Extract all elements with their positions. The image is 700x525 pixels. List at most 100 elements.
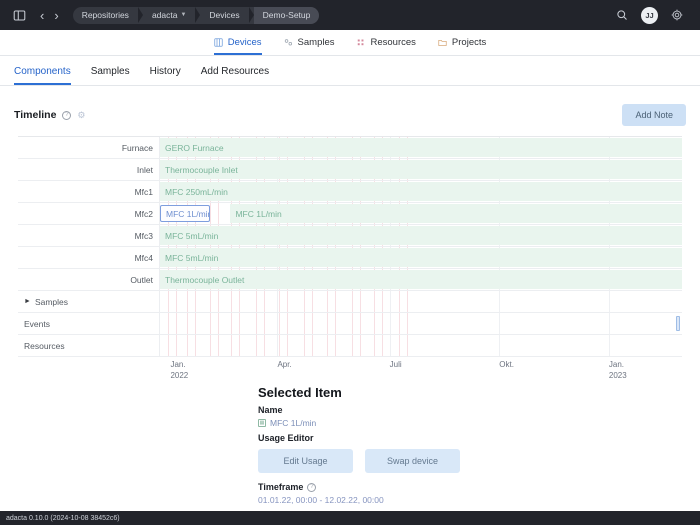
- subtab-samples[interactable]: Samples: [91, 66, 130, 85]
- gridlines: [160, 313, 682, 334]
- timeline-row-label: Outlet: [18, 269, 160, 290]
- resources-icon: [357, 38, 366, 47]
- timeline-row-label: Mfc2: [18, 203, 160, 224]
- breadcrumb-label: Repositories: [81, 10, 129, 20]
- breadcrumb-label: Demo-Setup: [262, 10, 311, 20]
- timeline-bar[interactable]: Thermocouple Outlet: [160, 270, 682, 289]
- timeline-track[interactable]: Thermocouple Inlet: [160, 159, 682, 180]
- footer: adacta 0.10.0 (2024-10-08 38452c6): [0, 511, 700, 525]
- timeline-row: Mfc4 MFC 5mL/min: [18, 247, 682, 269]
- breadcrumb-item-devices[interactable]: Devices: [200, 7, 248, 24]
- selected-item-name-value: MFC 1L/min: [270, 418, 317, 428]
- expand-triangle-icon[interactable]: ►: [24, 298, 31, 305]
- tab-label: Samples: [297, 37, 335, 48]
- timeline-axis: Jan. 2022 Apr. Juli Okt. Jan. 2023: [18, 357, 682, 383]
- samples-icon: [284, 38, 293, 47]
- tab-resources[interactable]: Resources: [357, 37, 416, 55]
- question-icon[interactable]: ?: [307, 482, 317, 492]
- tab-samples[interactable]: Samples: [284, 37, 335, 55]
- version-text: adacta 0.10.0 (2024-10-08 38452c6): [6, 514, 120, 522]
- question-icon[interactable]: ?: [62, 110, 72, 120]
- tab-label: Devices: [227, 37, 262, 48]
- timeline-group-label: ► Samples: [18, 291, 160, 312]
- timeline-header-icons: ? ⚙: [62, 110, 85, 120]
- timeline-grid: Furnace GERO Furnace Inlet Thermocouple Inl…: [18, 136, 682, 357]
- device-icon: ▦: [258, 419, 266, 427]
- projects-icon: [438, 38, 447, 47]
- timeline-track[interactable]: Thermocouple Outlet: [160, 269, 682, 290]
- timeline-group-label: Resources: [18, 335, 160, 356]
- gear-icon[interactable]: ⚙: [77, 110, 85, 120]
- timeframe-header: Timeframe ?: [258, 482, 700, 492]
- subtab-history[interactable]: History: [150, 66, 181, 85]
- timeline-row: Mfc3 MFC 5mL/min: [18, 225, 682, 247]
- timeline-bar[interactable]: MFC 1L/min: [230, 204, 682, 223]
- selected-item-heading: Selected Item: [258, 385, 342, 400]
- subtab-components[interactable]: Components: [14, 66, 71, 85]
- breadcrumb-item-repositories[interactable]: Repositories: [73, 7, 138, 24]
- axis-tick-label: Apr.: [277, 360, 292, 369]
- search-icon[interactable]: [613, 6, 631, 24]
- timeline-row: Mfc1 MFC 250mL/min: [18, 181, 682, 203]
- top-bar-actions: JJ: [613, 6, 690, 24]
- axis-tick-label: Jan. 2022: [170, 360, 189, 380]
- timeline-bar[interactable]: MFC 5mL/min: [160, 226, 682, 245]
- timeframe-label: Timeframe: [258, 482, 304, 492]
- breadcrumb: Repositories adacta ▼ Devices Demo-Setup: [72, 6, 320, 24]
- event-marker[interactable]: [676, 316, 680, 331]
- tab-devices[interactable]: Devices: [213, 37, 262, 55]
- timeline-row-label: Furnace: [18, 137, 160, 158]
- timeline-bar[interactable]: Thermocouple Inlet: [160, 160, 682, 179]
- timeline-group-row[interactable]: Resources: [18, 335, 682, 357]
- history-nav: ‹ ›: [40, 9, 59, 22]
- usage-editor-label: Usage Editor: [258, 433, 314, 443]
- edit-usage-button[interactable]: Edit Usage: [258, 449, 353, 473]
- timeline-group-row[interactable]: Events: [18, 313, 682, 335]
- axis-tick-label: Juli: [389, 360, 402, 369]
- timeline-track[interactable]: [160, 313, 682, 334]
- timeline-track[interactable]: MFC 5mL/min: [160, 225, 682, 246]
- timeline-track[interactable]: MFC 250mL/min: [160, 181, 682, 202]
- breadcrumb-label: Devices: [209, 10, 240, 20]
- swap-device-button[interactable]: Swap device: [365, 449, 460, 473]
- selected-item-name[interactable]: ▦ MFC 1L/min: [258, 418, 700, 428]
- timeline-bar-selected[interactable]: MFC 1L/min: [160, 205, 210, 222]
- tab-projects[interactable]: Projects: [438, 37, 486, 55]
- timeframe-value: 01.01.22, 00:00 - 12.02.22, 00:00: [258, 495, 384, 505]
- breadcrumb-item-demo-setup[interactable]: Demo-Setup: [253, 6, 320, 24]
- timeline-row-label: Mfc4: [18, 247, 160, 268]
- panel-toggle-icon[interactable]: [10, 6, 28, 24]
- breadcrumb-item-adacta[interactable]: adacta ▼: [143, 7, 195, 24]
- subtab-add-resources[interactable]: Add Resources: [201, 66, 269, 85]
- selected-item-panel: Selected Item Name ▦ MFC 1L/min Usage Ed…: [0, 383, 700, 505]
- timeline-group-row[interactable]: ► Samples: [18, 291, 682, 313]
- forward-button[interactable]: ›: [54, 9, 58, 22]
- timeline-track[interactable]: MFC 5mL/min: [160, 247, 682, 268]
- gear-icon[interactable]: [668, 6, 686, 24]
- tab-label: Projects: [451, 37, 487, 48]
- timeline-row: Inlet Thermocouple Inlet: [18, 159, 682, 181]
- timeline-track[interactable]: MFC 1L/min MFC 1L/min: [160, 203, 682, 224]
- timeline-bar[interactable]: MFC 250mL/min: [160, 182, 682, 201]
- gridlines: [160, 335, 682, 356]
- timeline-track[interactable]: [160, 335, 682, 356]
- timeline-track[interactable]: [160, 291, 682, 312]
- chevron-down-icon[interactable]: ▼: [180, 12, 186, 18]
- axis-tick-label: Okt.: [499, 360, 514, 369]
- timeline-bar[interactable]: GERO Furnace: [160, 138, 682, 157]
- timeline-row-label: Inlet: [18, 159, 160, 180]
- gridlines: [160, 291, 682, 312]
- axis-tick-label: Jan. 2023: [608, 360, 627, 380]
- sub-nav: Components Samples History Add Resources: [0, 56, 700, 86]
- add-note-button[interactable]: Add Note: [622, 104, 686, 126]
- timeline-row: Outlet Thermocouple Outlet: [18, 269, 682, 291]
- timeline-row-label: Mfc1: [18, 181, 160, 202]
- timeline-row: Furnace GERO Furnace: [18, 137, 682, 159]
- timeline-track[interactable]: GERO Furnace: [160, 137, 682, 158]
- tab-label: Resources: [370, 37, 416, 48]
- timeline-bar[interactable]: MFC 5mL/min: [160, 248, 682, 267]
- top-bar: ‹ › Repositories adacta ▼ Devices Demo-S…: [0, 0, 700, 30]
- back-button[interactable]: ‹: [40, 9, 44, 22]
- page-title: Timeline: [14, 109, 57, 121]
- avatar[interactable]: JJ: [641, 6, 658, 24]
